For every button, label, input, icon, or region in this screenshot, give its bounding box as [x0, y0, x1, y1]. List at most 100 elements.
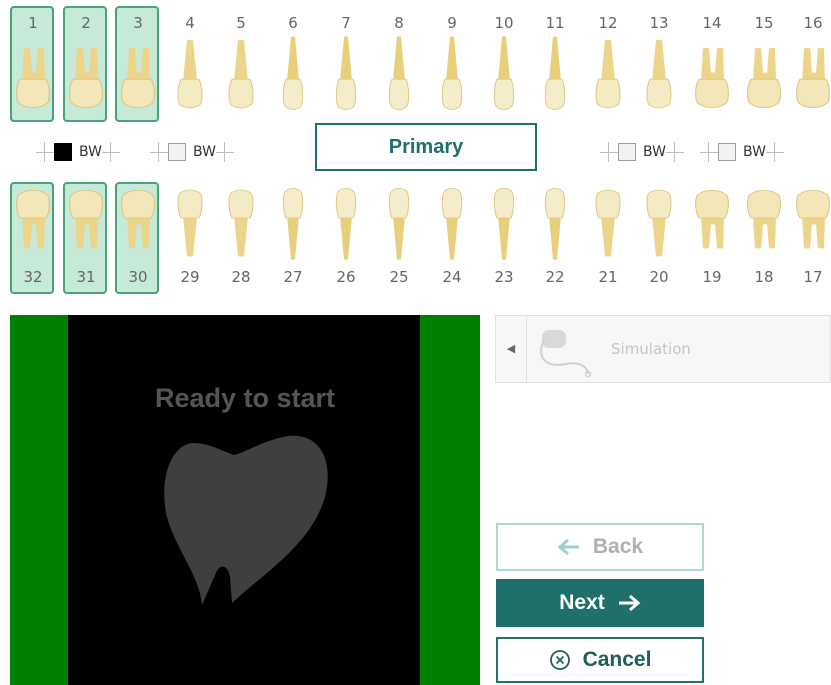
tooth-number-30: 30	[128, 268, 148, 286]
back-button[interactable]: Back	[496, 523, 704, 571]
tooth-15[interactable]	[743, 30, 785, 112]
tooth-number-21: 21	[598, 268, 618, 286]
bw-bracket	[36, 138, 54, 166]
bw-checkbox-3[interactable]	[618, 143, 636, 161]
next-button[interactable]: Next	[496, 579, 704, 627]
tooth-12[interactable]	[587, 30, 629, 112]
tooth-number-24: 24	[442, 268, 462, 286]
tooth-16[interactable]	[792, 30, 831, 112]
bw-bracket	[765, 138, 784, 166]
bitewing-right-inner[interactable]: BW	[600, 138, 684, 166]
tooth-number-26: 26	[336, 268, 356, 286]
bw-bracket	[150, 138, 168, 166]
tooth-24[interactable]	[431, 186, 473, 266]
tooth-32[interactable]	[12, 186, 54, 266]
tooth-number-28: 28	[231, 268, 251, 286]
bw-bracket	[700, 138, 718, 166]
tooth-number-15: 15	[754, 14, 774, 32]
preview-side-bar-left	[10, 315, 68, 685]
tooth-9[interactable]	[431, 30, 473, 112]
circle-x-icon	[549, 649, 571, 671]
tooth-8[interactable]	[378, 30, 420, 112]
tooth-number-12: 12	[598, 14, 618, 32]
tooth-number-5: 5	[236, 14, 246, 32]
cancel-button[interactable]: Cancel	[496, 637, 704, 683]
bw-checkbox-2[interactable]	[168, 143, 186, 161]
tooth-23[interactable]	[483, 186, 525, 266]
tooth-number-23: 23	[494, 268, 514, 286]
bw-bracket	[101, 138, 120, 166]
tooth-1[interactable]	[12, 30, 54, 112]
tooth-31[interactable]	[65, 186, 107, 266]
tooth-22[interactable]	[534, 186, 576, 266]
bw-bracket	[665, 138, 684, 166]
tooth-number-20: 20	[649, 268, 669, 286]
tooth-number-9: 9	[447, 14, 457, 32]
tooth-11[interactable]	[534, 30, 576, 112]
tooth-number-2: 2	[81, 14, 91, 32]
tooth-number-7: 7	[341, 14, 351, 32]
tooth-logo-icon	[164, 435, 328, 605]
tooth-number-25: 25	[389, 268, 409, 286]
bw-label-1: BW	[79, 144, 102, 160]
tooth-number-4: 4	[185, 14, 195, 32]
tooth-10[interactable]	[483, 30, 525, 112]
tooth-4[interactable]	[169, 30, 211, 112]
tooth-29[interactable]	[169, 186, 211, 266]
tooth-number-22: 22	[545, 268, 565, 286]
tooth-number-13: 13	[649, 14, 669, 32]
tooth-19[interactable]	[691, 186, 733, 266]
tooth-number-31: 31	[76, 268, 96, 286]
tooth-13[interactable]	[638, 30, 680, 112]
tooth-number-27: 27	[283, 268, 303, 286]
bw-checkbox-4[interactable]	[718, 143, 736, 161]
tooth-28[interactable]	[220, 186, 262, 266]
tooth-2[interactable]	[65, 30, 107, 112]
tooth-number-29: 29	[180, 268, 200, 286]
bw-label-2: BW	[193, 144, 216, 160]
tooth-number-14: 14	[702, 14, 722, 32]
tooth-27[interactable]	[272, 186, 314, 266]
tooth-20[interactable]	[638, 186, 680, 266]
sensor-icon	[540, 330, 592, 378]
tooth-number-19: 19	[702, 268, 722, 286]
tooth-number-10: 10	[494, 14, 514, 32]
tooth-21[interactable]	[587, 186, 629, 266]
collapse-chevron-left-icon[interactable]: ◀	[496, 316, 527, 382]
tooth-number-3: 3	[133, 14, 143, 32]
tooth-7[interactable]	[325, 30, 367, 112]
bw-bracket	[215, 138, 234, 166]
tooth-number-1: 1	[28, 14, 38, 32]
preview-status-text: Ready to start	[154, 383, 336, 413]
back-button-label: Back	[592, 535, 644, 558]
tooth-number-17: 17	[803, 268, 823, 286]
tooth-number-8: 8	[394, 14, 404, 32]
tooth-26[interactable]	[325, 186, 367, 266]
preview-side-bar-right	[420, 315, 480, 685]
tooth-14[interactable]	[691, 30, 733, 112]
tooth-18[interactable]	[743, 186, 785, 266]
next-button-label: Next	[559, 591, 605, 614]
sensor-panel: ◀ Simulation	[495, 315, 831, 383]
tooth-number-32: 32	[23, 268, 43, 286]
bitewing-left-outer[interactable]: BW	[36, 138, 120, 166]
tooth-number-11: 11	[545, 14, 565, 32]
bw-bracket	[600, 138, 618, 166]
xray-preview: Ready to start	[10, 315, 480, 685]
tooth-number-6: 6	[288, 14, 298, 32]
bitewing-left-inner[interactable]: BW	[150, 138, 234, 166]
bw-label-4: BW	[743, 144, 766, 160]
arrow-left-icon	[557, 537, 581, 557]
bitewing-right-outer[interactable]: BW	[700, 138, 784, 166]
tooth-5[interactable]	[220, 30, 262, 112]
tooth-30[interactable]	[117, 186, 159, 266]
tooth-17[interactable]	[792, 186, 831, 266]
primary-dentition-button[interactable]: Primary	[315, 123, 537, 171]
tooth-6[interactable]	[272, 30, 314, 112]
tooth-3[interactable]	[117, 30, 159, 112]
bw-label-3: BW	[643, 144, 666, 160]
tooth-number-18: 18	[754, 268, 774, 286]
tooth-25[interactable]	[378, 186, 420, 266]
bw-checkbox-1[interactable]	[54, 143, 72, 161]
sensor-label: Simulation	[611, 340, 691, 358]
